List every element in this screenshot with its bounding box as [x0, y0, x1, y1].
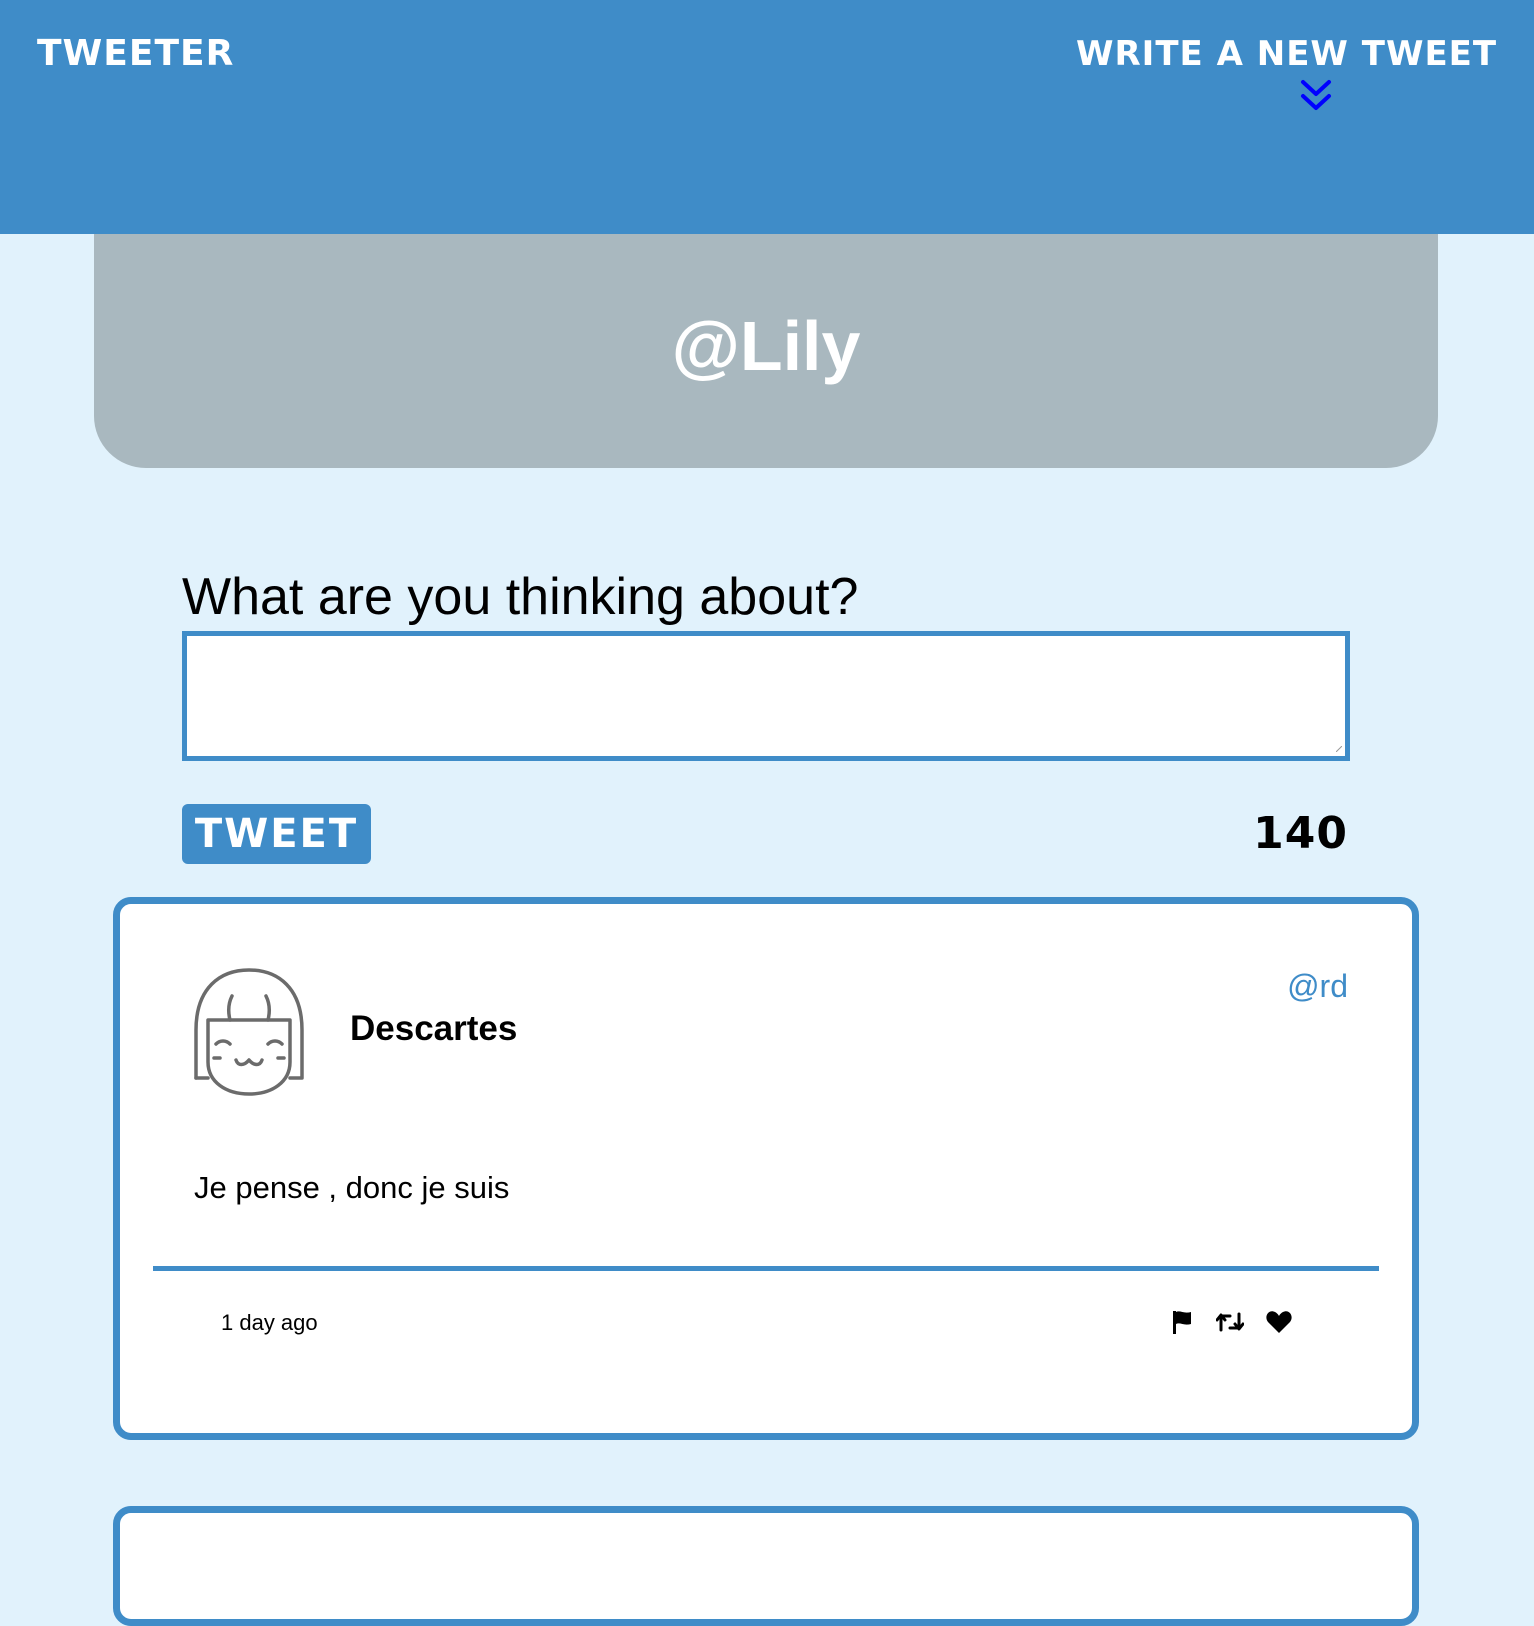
write-new-tweet-label[interactable]: WRITE A NEW TWEET [1076, 32, 1496, 76]
brand-logo[interactable]: TWEETER [37, 32, 234, 76]
tweet-text: Je pense , donc je suis [194, 1170, 510, 1205]
compose-label: What are you thinking about? [182, 568, 859, 626]
retweet-icon[interactable] [1216, 1308, 1244, 1336]
tweet-submit-button[interactable]: TWEET [182, 804, 371, 864]
resize-grip-icon[interactable] [1336, 746, 1342, 752]
tweet-timestamp: 1 day ago [221, 1310, 318, 1335]
profile-handle: @Lily [671, 307, 861, 385]
girl-face-avatar-icon [194, 968, 304, 1096]
tweet-card [113, 1506, 1419, 1626]
double-chevron-down-icon[interactable] [1299, 78, 1333, 114]
profile-header: @Lily [94, 234, 1438, 468]
char-counter: 140 [1253, 808, 1348, 859]
tweet-author-handle[interactable]: @rd [1287, 966, 1348, 1006]
tweet-card: Descartes @rd Je pense , donc je suis 1 … [113, 897, 1419, 1440]
heart-icon[interactable] [1265, 1308, 1293, 1336]
write-new-tweet-toggle[interactable]: WRITE A NEW TWEET [1076, 32, 1496, 110]
tweet-textarea[interactable] [182, 631, 1350, 761]
tweet-actions [1168, 1308, 1308, 1338]
tweet-author-name: Descartes [350, 1009, 518, 1048]
tweet-divider [153, 1266, 1379, 1271]
top-nav: TWEETER WRITE A NEW TWEET [0, 0, 1534, 234]
flag-icon[interactable] [1168, 1308, 1196, 1336]
